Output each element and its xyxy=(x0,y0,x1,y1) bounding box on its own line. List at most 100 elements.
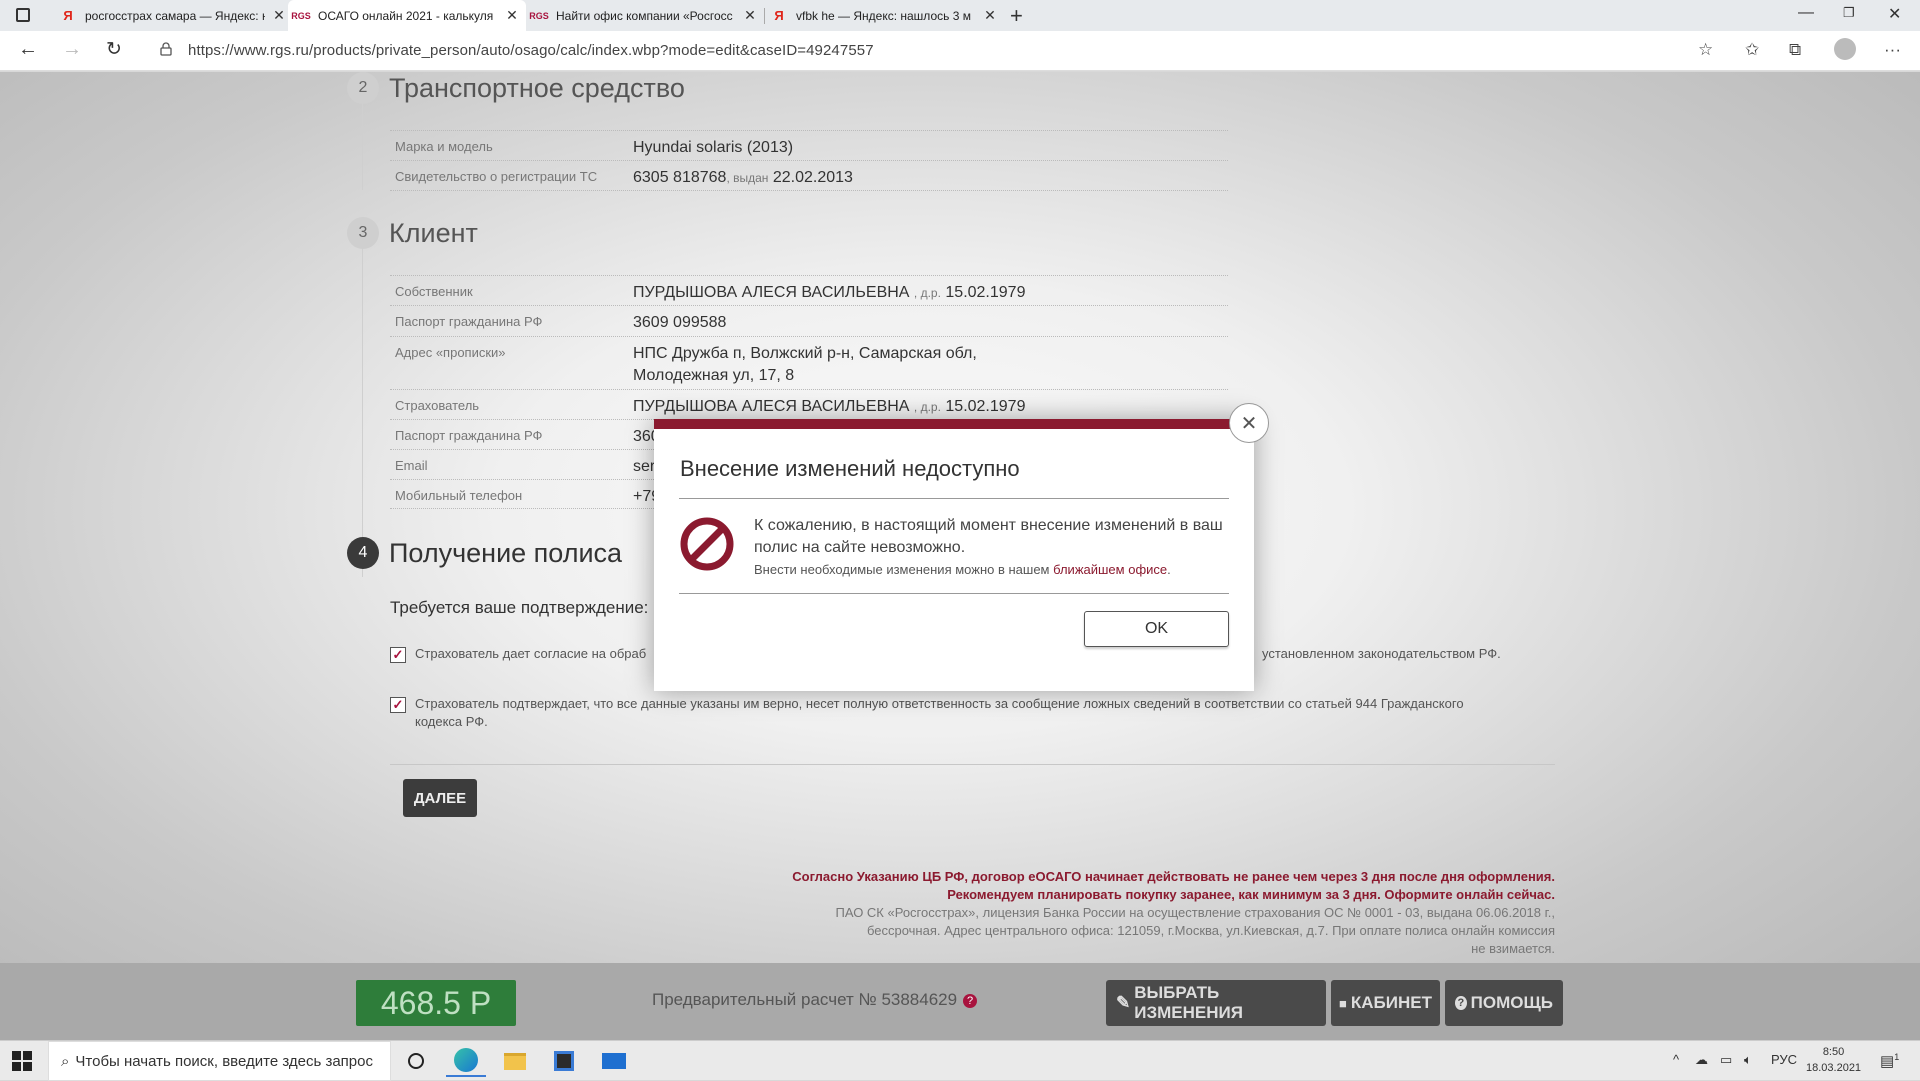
browser-tab-bar: Я росгосстрах самара — Яндекс: н ✕ RGS О… xyxy=(0,0,1920,31)
search-icon: ⌕ xyxy=(61,1052,70,1070)
section-vehicle-header: 2 Транспортное средство xyxy=(347,72,685,104)
tray-chevron-icon[interactable]: ^ xyxy=(1673,1052,1679,1067)
taskbar-search-box[interactable]: ⌕ Чтобы начать поиск, введите здесь запр… xyxy=(48,1041,391,1081)
file-explorer-icon[interactable] xyxy=(495,1045,535,1077)
section-policy-header: 4 Получение полиса xyxy=(347,537,622,569)
more-menu-icon[interactable]: ··· xyxy=(1884,40,1901,60)
vehicle-row-registration: Свидетельство о регистрации ТС 6305 8187… xyxy=(390,160,1228,191)
reload-icon[interactable]: ↻ xyxy=(106,38,122,61)
section-title: Транспортное средство xyxy=(389,72,685,103)
tab-title: vfbk he — Яндекс: нашлось 3 м xyxy=(796,8,971,23)
consent-line: кодекса РФ. xyxy=(415,714,488,729)
tab-title: ОСАГО онлайн 2021 - калькуля xyxy=(318,8,494,23)
search-placeholder: Чтобы начать поиск, введите здесь запрос xyxy=(75,1052,373,1070)
next-button[interactable]: ДАЛЕЕ xyxy=(403,779,477,817)
address-line: Молодежная ул, 17, 8 xyxy=(633,367,795,384)
lock-icon[interactable] xyxy=(160,42,172,56)
consent-text-1-end: установленном законодательством РФ. xyxy=(1262,646,1501,661)
cortana-icon[interactable] xyxy=(396,1045,436,1077)
rgs-favicon-icon: RGS xyxy=(291,10,311,21)
row-value: ser xyxy=(633,458,656,475)
clock-time: 8:50 xyxy=(1822,1046,1845,1058)
row-label: Email xyxy=(395,458,428,473)
row-label: Собственник xyxy=(395,284,473,299)
client-row-address: Адрес «прописки» НПС Дружба п, Волжский … xyxy=(390,336,1228,388)
tab-close-icon[interactable]: ✕ xyxy=(736,7,764,24)
row-label: Мобильный телефон xyxy=(395,488,523,503)
prohibited-icon xyxy=(680,517,734,571)
mail-icon[interactable] xyxy=(594,1045,634,1077)
dob-label: , д.р. xyxy=(913,286,941,300)
modal-divider xyxy=(679,593,1229,594)
onedrive-icon[interactable]: ☁ xyxy=(1695,1052,1708,1068)
restore-icon[interactable]: ❐ xyxy=(1843,5,1855,21)
browser-tab-3[interactable]: RGS Найти офис компании «Росгосс ✕ xyxy=(526,0,764,31)
question-icon[interactable]: ? xyxy=(963,994,978,1008)
price-display: 468.5 Р xyxy=(356,980,516,1026)
client-row-insurer: Страхователь ПУРДЫШОВА АЛЕСЯ ВАСИЛЬЕВНА … xyxy=(390,389,1228,419)
button-label: ПОМОЩЬ xyxy=(1470,993,1553,1012)
collections-icon[interactable]: ⧉ xyxy=(1789,40,1801,60)
tab-close-icon[interactable]: ✕ xyxy=(498,7,526,24)
tab-actions-icon[interactable] xyxy=(16,8,30,22)
clock-date: 18.03.2021 xyxy=(1806,1062,1862,1074)
row-value: НПС Дружба п, Волжский р-н, Самарская об… xyxy=(633,343,977,387)
volume-icon[interactable]: 🔈︎ xyxy=(1744,1052,1752,1068)
row-label: Свидетельство о регистрации ТС xyxy=(395,169,598,184)
subtext-label: Внести необходимые изменения можно в наш… xyxy=(754,562,1050,577)
insurer-dob: 15.02.1979 xyxy=(945,398,1026,415)
owner-dob: 15.02.1979 xyxy=(945,284,1026,301)
notifications-icon[interactable]: ▤1 xyxy=(1880,1052,1899,1070)
window-close-icon[interactable]: ✕ xyxy=(1888,4,1901,24)
add-favorite-star-icon[interactable]: ☆ xyxy=(1698,40,1713,60)
address-line: НПС Дружба п, Волжский р-н, Самарская об… xyxy=(633,345,977,362)
ok-button[interactable]: OK xyxy=(1084,611,1229,647)
clock[interactable]: 8:50 18.03.2021 xyxy=(1806,1044,1861,1076)
consent-line: Страхователь подтверждает, что все данны… xyxy=(415,696,1464,711)
edge-browser-icon[interactable] xyxy=(446,1045,486,1077)
network-icon[interactable]: ▭ xyxy=(1720,1052,1732,1068)
consent-text-1: Страхователь дает согласие на обраб xyxy=(415,646,647,661)
select-changes-button[interactable]: ✎ ВЫБРАТЬ ИЗМЕНЕНИЯ xyxy=(1106,980,1326,1026)
cabinet-button[interactable]: ■ КАБИНЕТ xyxy=(1331,980,1440,1026)
notice-line-4: бессрочная. Адрес центрального офиса: 12… xyxy=(866,923,1555,938)
modal-message: К сожалению, в настоящий момент внесение… xyxy=(754,517,1223,556)
browser-address-bar: ← → ↻ https://www.rgs.ru/products/privat… xyxy=(0,31,1920,71)
favorites-icon[interactable]: ✩ xyxy=(1745,40,1759,60)
section-title: Клиент xyxy=(389,217,478,248)
row-label: Марка и модель xyxy=(395,139,493,154)
browser-tab-2[interactable]: RGS ОСАГО онлайн 2021 - калькуля ✕ xyxy=(288,0,526,31)
url-text[interactable]: https://www.rgs.ru/products/private_pers… xyxy=(188,42,874,59)
windows-start-icon[interactable] xyxy=(12,1051,32,1071)
forward-arrow-icon[interactable]: → xyxy=(62,38,82,61)
minimize-icon[interactable]: — xyxy=(1798,4,1814,22)
modal-close-icon[interactable]: ✕ xyxy=(1229,403,1269,443)
button-label: КАБИНЕТ xyxy=(1350,993,1432,1012)
help-circle-icon: ? xyxy=(1455,996,1467,1010)
tab-close-icon[interactable]: ✕ xyxy=(976,7,1004,24)
profile-avatar-icon[interactable] xyxy=(1834,38,1856,60)
nearest-office-link[interactable]: ближайшем офисе xyxy=(1053,562,1167,577)
calc-number: Предварительный расчет № 53884629? xyxy=(652,990,978,1010)
consent-checkbox-2[interactable]: ✓ xyxy=(390,697,406,713)
help-button[interactable]: ? ПОМОЩЬ xyxy=(1445,980,1563,1026)
section-client-header: 3 Клиент xyxy=(347,217,478,249)
language-indicator[interactable]: РУС xyxy=(1771,1052,1797,1067)
notice-line-3: ПАО СК «Росгосстрах», лицензия Банка Рос… xyxy=(835,905,1555,920)
store-icon[interactable] xyxy=(544,1045,584,1077)
row-value: ПУРДЫШОВА АЛЕСЯ ВАСИЛЬЕВНА , д.р. 15.02.… xyxy=(633,396,1025,418)
browser-tab-1[interactable]: Я росгосстрах самара — Яндекс: н ✕ xyxy=(55,0,293,31)
yandex-favicon-icon: Я xyxy=(63,8,73,23)
new-tab-plus-icon[interactable]: + xyxy=(1010,3,1023,29)
consent-text-2: Страхователь подтверждает, что все данны… xyxy=(415,695,1555,731)
vehicle-row-model: Марка и модель Hyundai solaris (2013) xyxy=(390,130,1228,160)
back-arrow-icon[interactable]: ← xyxy=(18,38,38,61)
section-timeline-line xyxy=(362,217,363,577)
calc-label: Предварительный расчет № 53884629 xyxy=(652,990,958,1009)
pencil-icon: ✎ xyxy=(1116,993,1131,1012)
browser-tab-4[interactable]: Я vfbk he — Яндекс: нашлось 3 м ✕ xyxy=(766,0,1004,31)
row-value: 3609 099588 xyxy=(633,314,727,331)
consent-checkbox-1[interactable]: ✓ xyxy=(390,647,406,663)
row-label: Паспорт гражданина РФ xyxy=(395,428,543,443)
subtext-end: . xyxy=(1167,562,1171,577)
